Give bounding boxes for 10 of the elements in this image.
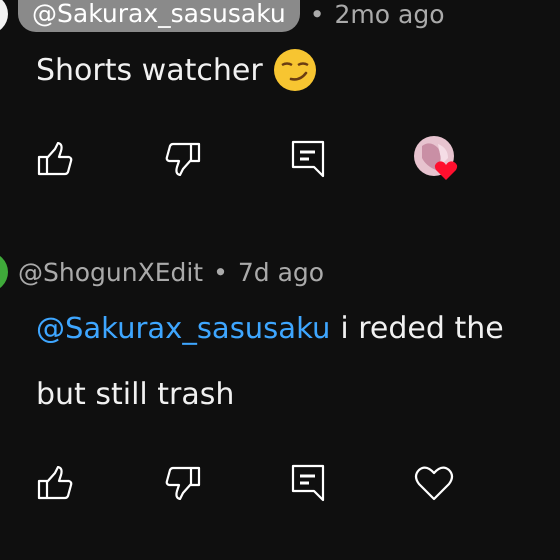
comment-author[interactable]: @ShogunXEdit: [18, 258, 204, 286]
comment-time: 7d ago: [238, 258, 324, 286]
separator-dot: •: [310, 0, 324, 28]
comment-time: 2mo ago: [334, 0, 444, 28]
mention-link[interactable]: @Sakurax_sasusaku: [36, 311, 330, 345]
comment-text: Shorts watcher: [36, 52, 263, 88]
comment-text: but still trash: [36, 376, 234, 412]
comment-text: i reded the: [340, 310, 504, 346]
separator-dot: •: [213, 258, 228, 286]
creator-heart-badge[interactable]: [414, 136, 458, 182]
